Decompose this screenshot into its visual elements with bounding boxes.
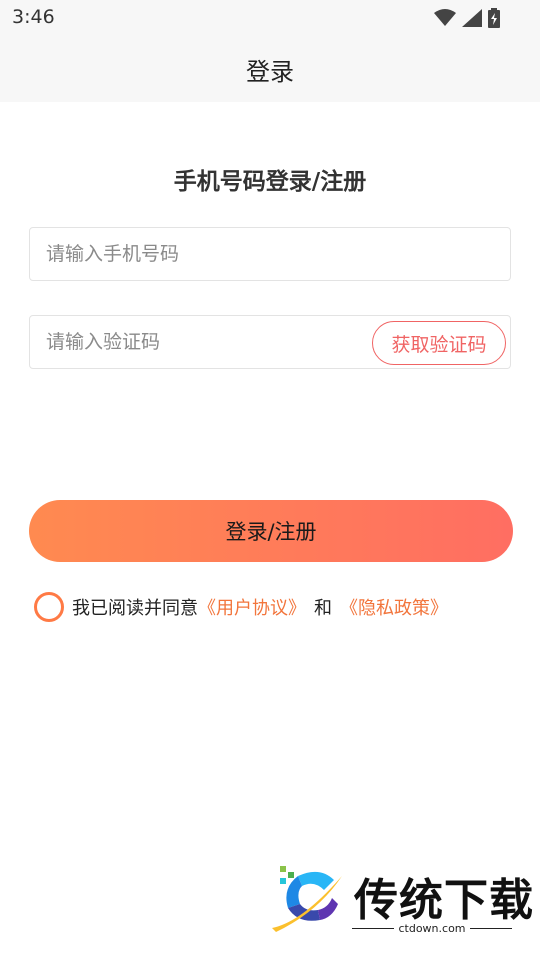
login-register-button[interactable]: 登录/注册 [29,500,513,562]
agreement-and: 和 [314,598,332,619]
form-title: 手机号码登录/注册 [173,169,367,195]
login-screen: 3:46 登录 手机号码登录/注册 获取验证码 登录/注册 我已阅读并同意 [0,0,540,960]
signal-icon [462,9,482,27]
battery-icon [488,8,500,28]
agreement-row: 我已阅读并同意 《用户协议》 和 《隐私政策》 [34,590,448,624]
privacy-policy-link[interactable]: 《隐私政策》 [340,594,448,620]
agree-checkbox[interactable] [34,592,64,622]
user-agreement-link[interactable]: 《用户协议》 [198,594,306,620]
brand-logo-icon [272,866,342,932]
watermark: 传统下载 ctdown.com [268,862,533,938]
get-code-button[interactable]: 获取验证码 [372,321,506,365]
page-title: 登录 [246,57,294,86]
watermark-domain: ctdown.com [398,922,466,935]
code-field[interactable]: 获取验证码 [29,315,511,369]
verification-code-input[interactable] [46,316,366,368]
watermark-line-left [352,928,395,929]
agreement-prefix: 我已阅读并同意 [72,598,198,619]
app-header: 登录 [0,36,540,102]
status-bar: 3:46 [0,0,540,36]
phone-input[interactable] [46,228,496,280]
status-time: 3:46 [12,6,55,28]
wifi-icon [434,9,456,26]
watermark-domain-row: ctdown.com [352,922,512,935]
phone-field[interactable] [29,227,511,281]
watermark-brand: 传统下载 [354,875,534,926]
watermark-line-right [469,928,512,929]
status-icons [434,8,500,28]
